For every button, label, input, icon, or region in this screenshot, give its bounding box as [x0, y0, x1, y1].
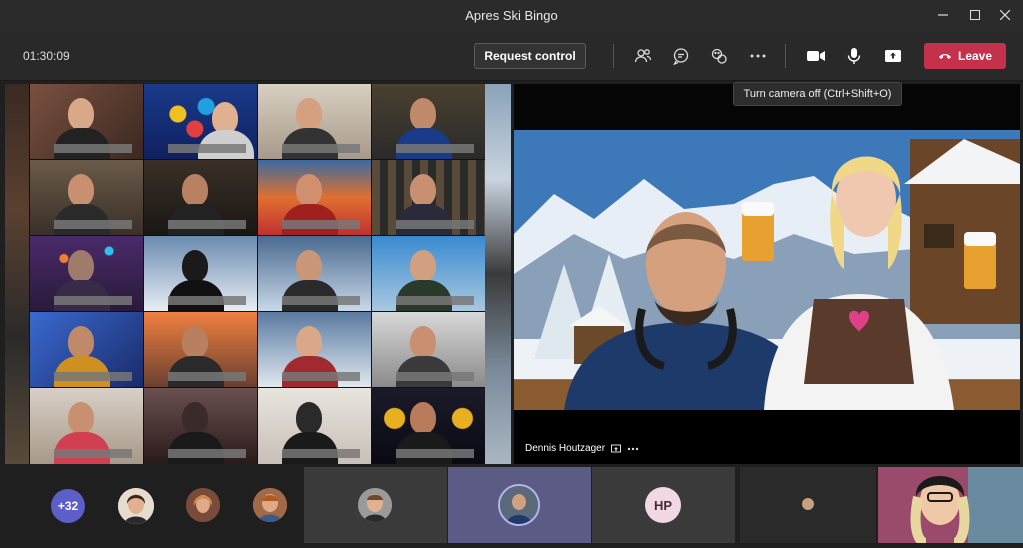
- video-tile[interactable]: [144, 236, 257, 311]
- participant-avatar[interactable]: [118, 488, 154, 524]
- video-tile[interactable]: [5, 84, 29, 464]
- initials-text: HP: [653, 497, 673, 513]
- video-tile[interactable]: [144, 312, 257, 387]
- more-icon[interactable]: [745, 43, 771, 69]
- video-tile[interactable]: [30, 388, 143, 464]
- camera-tooltip: Turn camera off (Ctrl+Shift+O): [733, 82, 902, 106]
- video-tile[interactable]: [372, 160, 485, 235]
- video-tile[interactable]: [144, 84, 257, 159]
- video-tile[interactable]: [30, 84, 143, 159]
- overflow-count: +32: [57, 499, 79, 513]
- people-icon[interactable]: [630, 43, 656, 69]
- window-title: Apres Ski Bingo: [465, 8, 558, 23]
- video-tile[interactable]: [144, 388, 257, 464]
- video-tile[interactable]: [30, 312, 143, 387]
- participant-tile[interactable]: [740, 467, 876, 543]
- video-tile[interactable]: [258, 236, 371, 311]
- camera-icon[interactable]: [803, 43, 829, 69]
- close-icon[interactable]: [990, 4, 1020, 26]
- title-bar: Apres Ski Bingo: [0, 0, 1023, 30]
- video-tile[interactable]: [144, 160, 257, 235]
- meeting-toolbar: 01:30:09 Request control Leave: [0, 30, 1023, 81]
- screen-share-icon: [611, 444, 622, 452]
- overflow-count-badge[interactable]: +32: [51, 489, 85, 523]
- alpine-background: [514, 84, 1020, 464]
- video-tile[interactable]: [30, 236, 143, 311]
- participant-avatar: [358, 488, 392, 522]
- request-control-button[interactable]: Request control: [474, 43, 586, 69]
- video-tile[interactable]: [372, 236, 485, 311]
- main-stage-video[interactable]: Dennis Houtzager: [514, 84, 1020, 464]
- initials-avatar: HP: [645, 487, 681, 523]
- video-tile[interactable]: [372, 388, 485, 464]
- participant-avatar[interactable]: [253, 488, 287, 522]
- participant-tile[interactable]: HP: [592, 467, 735, 543]
- video-gallery-grid: [5, 84, 511, 464]
- video-tile[interactable]: [258, 312, 371, 387]
- video-tile[interactable]: [372, 84, 485, 159]
- self-view-video[interactable]: [878, 467, 1023, 548]
- video-tile[interactable]: [372, 312, 485, 387]
- presenter-name: Dennis Houtzager: [525, 443, 606, 454]
- video-tile[interactable]: [30, 160, 143, 235]
- chat-icon[interactable]: [668, 43, 694, 69]
- video-tile[interactable]: [258, 84, 371, 159]
- participant-avatar: [802, 498, 814, 510]
- leave-button[interactable]: Leave: [924, 43, 1006, 69]
- video-tile[interactable]: [258, 388, 371, 464]
- microphone-icon[interactable]: [841, 43, 867, 69]
- participant-avatar: [498, 484, 540, 526]
- more-icon[interactable]: [627, 447, 639, 451]
- phone-hangup-icon: [938, 54, 951, 59]
- participant-avatar[interactable]: [186, 488, 220, 522]
- participant-strip: +32 HP: [0, 467, 1023, 548]
- toolbar-divider: [613, 44, 614, 68]
- participant-tile[interactable]: [304, 467, 447, 543]
- video-tile[interactable]: [485, 84, 511, 464]
- leave-label: Leave: [957, 49, 993, 63]
- minimize-icon[interactable]: [928, 4, 958, 26]
- video-tile[interactable]: [258, 160, 371, 235]
- participant-tile-speaking[interactable]: [448, 467, 591, 543]
- maximize-icon[interactable]: [960, 4, 990, 26]
- meeting-timer: 01:30:09: [23, 49, 70, 63]
- toolbar-divider: [785, 44, 786, 68]
- share-icon[interactable]: [880, 43, 906, 69]
- presenter-name-label: Dennis Houtzager: [525, 443, 639, 454]
- reactions-icon[interactable]: [706, 43, 732, 69]
